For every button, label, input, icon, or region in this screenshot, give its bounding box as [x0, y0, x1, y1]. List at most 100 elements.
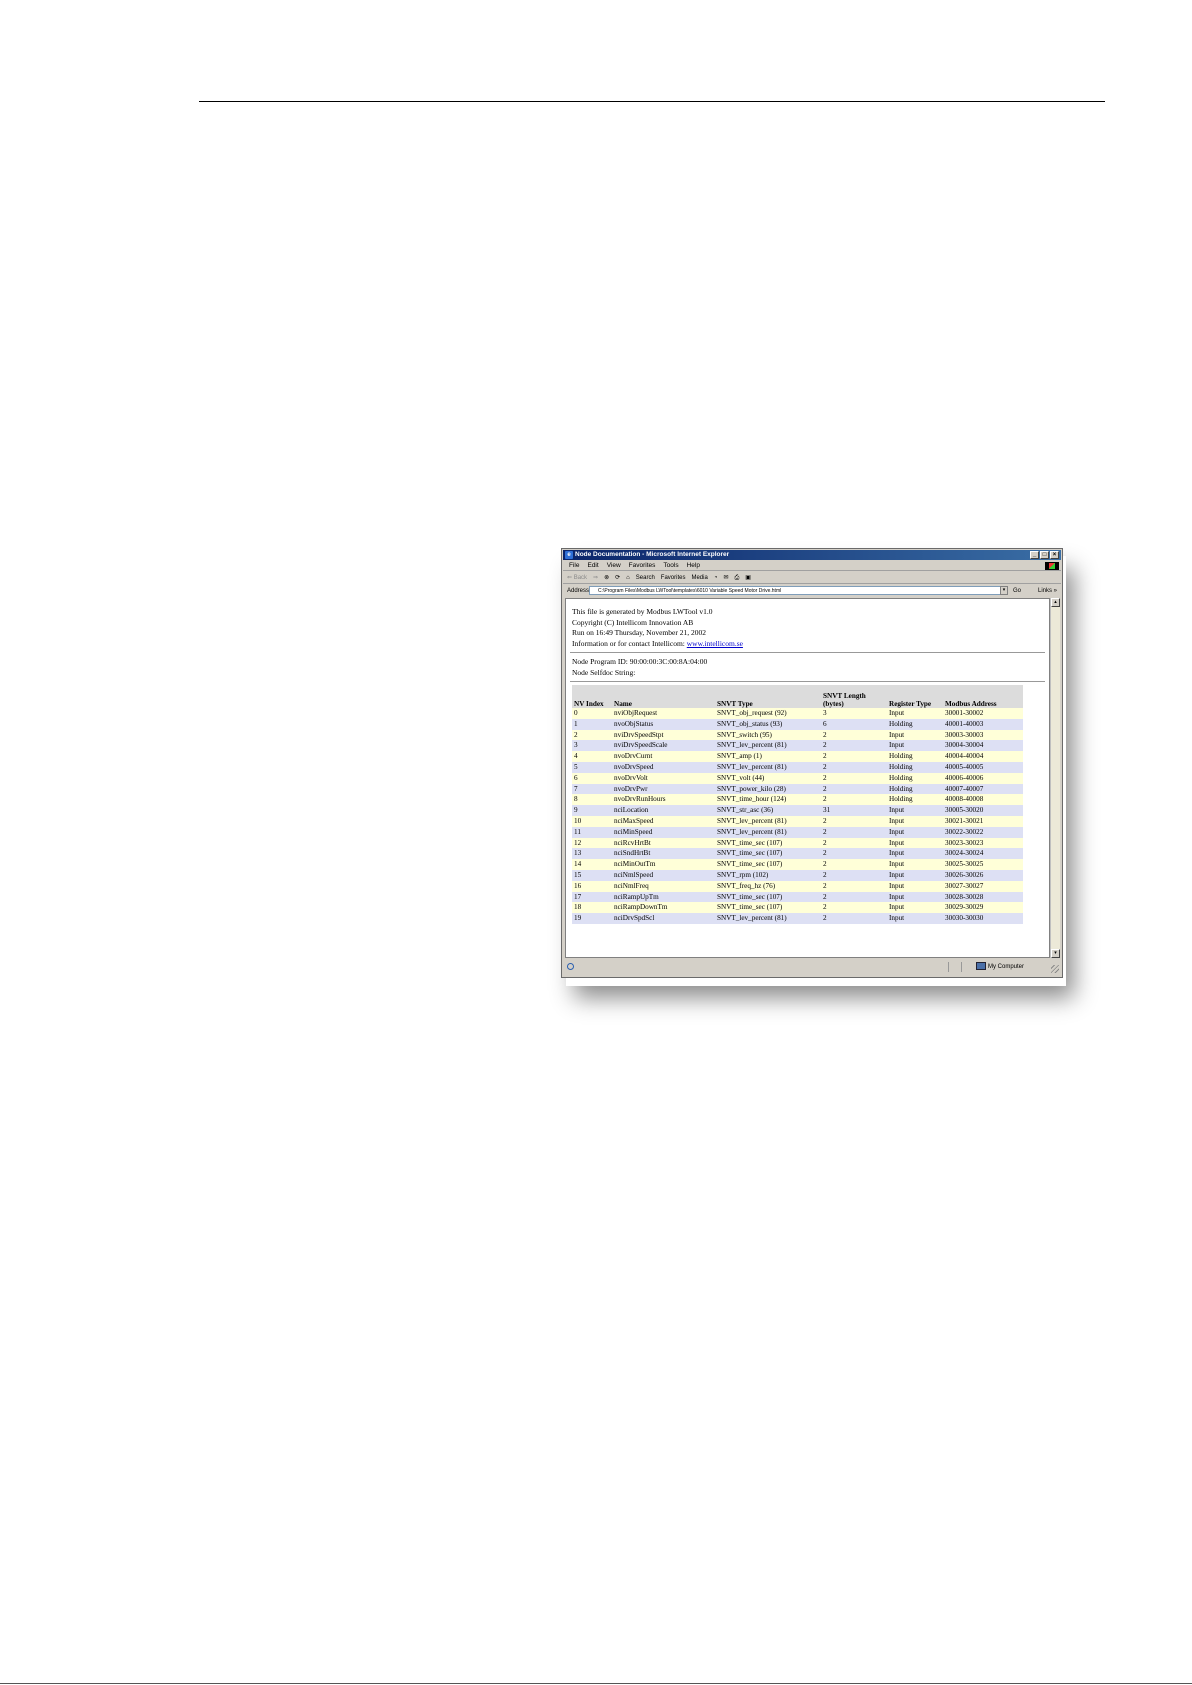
table-row: 1 nvoObjStatus SNVT_obj_status (93) 6 Holdin…	[572, 718, 1023, 730]
cell-register: Input	[887, 913, 943, 924]
home-icon[interactable]: ⌂	[626, 572, 630, 583]
table-row: 0 nviObjRequest SNVT_obj_request (92) 3 Inpu…	[572, 708, 1023, 719]
address-label: Address	[567, 588, 590, 594]
ie-icon: e	[565, 551, 573, 559]
cell-address: 40008-40008	[943, 794, 1023, 806]
history-icon[interactable]: ◔	[714, 572, 718, 583]
links-button[interactable]: Links »	[1038, 585, 1057, 597]
cell-name: nciRampDownTm	[612, 902, 715, 914]
table-row: 6 nvoDrvVolt SNVT_volt (44) 2 Holding 40006-4…	[572, 772, 1023, 784]
cell-index: 11	[572, 826, 612, 838]
cell-name: nciLocation	[612, 805, 715, 816]
header-register-type: Register Type	[887, 685, 943, 708]
cell-length: 2	[821, 783, 887, 795]
cell-length: 31	[821, 805, 887, 816]
zone-label: My Computer	[988, 964, 1025, 970]
cell-name: nciMinOutTm	[612, 859, 715, 870]
cell-index: 6	[572, 772, 612, 784]
table-row: 9 nciLocation SNVT_str_asc (36) 31 Input 3000…	[572, 805, 1023, 816]
vertical-scrollbar[interactable]: ▴ ▾	[1050, 598, 1060, 958]
cell-address: 40001-40003	[943, 718, 1023, 730]
cell-type: SNVT_lev_percent (81)	[715, 740, 821, 752]
menu-file[interactable]: File	[569, 561, 579, 570]
scroll-down-icon[interactable]: ▾	[1051, 949, 1060, 958]
scroll-up-icon[interactable]: ▴	[1051, 598, 1060, 607]
cell-length: 2	[821, 848, 887, 860]
edit-icon[interactable]: ▣	[745, 572, 751, 583]
cell-index: 7	[572, 783, 612, 795]
go-button[interactable]: Go	[1013, 585, 1021, 597]
info-line-2: Copyright (C) Intellicom Innovation AB	[572, 617, 694, 627]
cell-register: Holding	[887, 718, 943, 730]
cell-register: Holding	[887, 761, 943, 773]
cell-name: nciDrvSpdScl	[612, 913, 715, 924]
cell-register: Holding	[887, 783, 943, 795]
cell-address: 30029-30029	[943, 902, 1023, 914]
cell-index: 1	[572, 718, 612, 730]
refresh-icon[interactable]: ⟳	[615, 572, 620, 583]
cell-index: 13	[572, 848, 612, 860]
back-button[interactable]: ⇐ Back	[567, 572, 587, 583]
cell-length: 2	[821, 729, 887, 741]
stop-icon[interactable]: ⊗	[604, 572, 609, 583]
cell-register: Input	[887, 708, 943, 719]
cell-index: 8	[572, 794, 612, 806]
cell-type: SNVT_freq_hz (76)	[715, 880, 821, 892]
cell-length: 2	[821, 891, 887, 903]
cell-type: SNVT_lev_percent (81)	[715, 913, 821, 924]
cell-index: 18	[572, 902, 612, 914]
cell-type: SNVT_time_sec (107)	[715, 859, 821, 870]
menu-help[interactable]: Help	[687, 561, 700, 570]
cell-index: 12	[572, 837, 612, 849]
menu-view[interactable]: View	[607, 561, 621, 570]
cell-register: Input	[887, 805, 943, 816]
address-input[interactable]: C:\Program Files\Modbus LWTool\templates…	[589, 586, 1001, 595]
address-dropdown-icon[interactable]: ▾	[1000, 586, 1008, 595]
maximize-button[interactable]: □	[1040, 551, 1049, 559]
table-row: 14 nciMinOutTm SNVT_time_sec (107) 2 Input 30…	[572, 859, 1023, 870]
nv-table: NV Index Name SNVT Type SNVT Length (byt…	[572, 685, 1023, 924]
contact-link[interactable]: www.intellicom.se	[687, 639, 743, 648]
cell-address: 30022-30022	[943, 826, 1023, 838]
cell-address: 40006-40006	[943, 772, 1023, 784]
cell-address: 30005-30020	[943, 805, 1023, 816]
cell-type: SNVT_time_sec (107)	[715, 902, 821, 914]
cell-register: Input	[887, 859, 943, 870]
address-bar: Address C:\Program Files\Modbus LWTool\t…	[563, 585, 1061, 597]
window-title: Node Documentation - Microsoft Internet …	[575, 551, 730, 558]
cell-length: 2	[821, 815, 887, 827]
print-icon[interactable]: ⎙	[734, 572, 739, 583]
cell-register: Input	[887, 880, 943, 892]
menu-tools[interactable]: Tools	[663, 561, 678, 570]
forward-button[interactable]: ⇒	[593, 572, 598, 583]
close-button[interactable]: ×	[1050, 551, 1059, 559]
table-row: 11 nciMinSpeed SNVT_lev_percent (81) 2 Input…	[572, 826, 1023, 838]
cell-type: SNVT_switch (95)	[715, 729, 821, 741]
cell-type: SNVT_lev_percent (81)	[715, 815, 821, 827]
resize-grip-icon[interactable]	[1051, 965, 1059, 973]
search-button[interactable]: Search	[636, 572, 655, 583]
header-rule	[199, 101, 1105, 102]
title-bar[interactable]: e Node Documentation - Microsoft Interne…	[563, 550, 1061, 560]
table-row: 19 nciDrvSpdScl SNVT_lev_percent (81) 2 Inpu…	[572, 913, 1023, 924]
menu-favorites[interactable]: Favorites	[629, 561, 656, 570]
table-row: 13 nciSndHrtBt SNVT_time_sec (107) 2 Input 30…	[572, 848, 1023, 860]
divider	[570, 652, 1045, 653]
table-row: 4 nvoDrvCurnt SNVT_amp (1) 2 Holding 40004-40…	[572, 751, 1023, 762]
menu-edit[interactable]: Edit	[587, 561, 598, 570]
cell-address: 30024-30024	[943, 848, 1023, 860]
cell-address: 30001-30002	[943, 708, 1023, 719]
cell-address: 30030-30030	[943, 913, 1023, 924]
windows-flag-icon	[1045, 562, 1059, 570]
media-button[interactable]: Media	[691, 572, 707, 583]
cell-length: 2	[821, 761, 887, 773]
node-info: Node Program ID: 90:00:00:3C:00:8A:04:00…	[572, 657, 707, 678]
mail-icon[interactable]: ✉	[723, 572, 728, 583]
favorites-button[interactable]: Favorites	[661, 572, 686, 583]
window-controls: _ □ ×	[1030, 551, 1059, 559]
cell-register: Holding	[887, 794, 943, 806]
cell-type: SNVT_amp (1)	[715, 751, 821, 762]
cell-length: 2	[821, 772, 887, 784]
minimize-button[interactable]: _	[1030, 551, 1039, 559]
table-row: 8 nvoDrvRunHours SNVT_time_hour (124) 2 Hold…	[572, 794, 1023, 806]
